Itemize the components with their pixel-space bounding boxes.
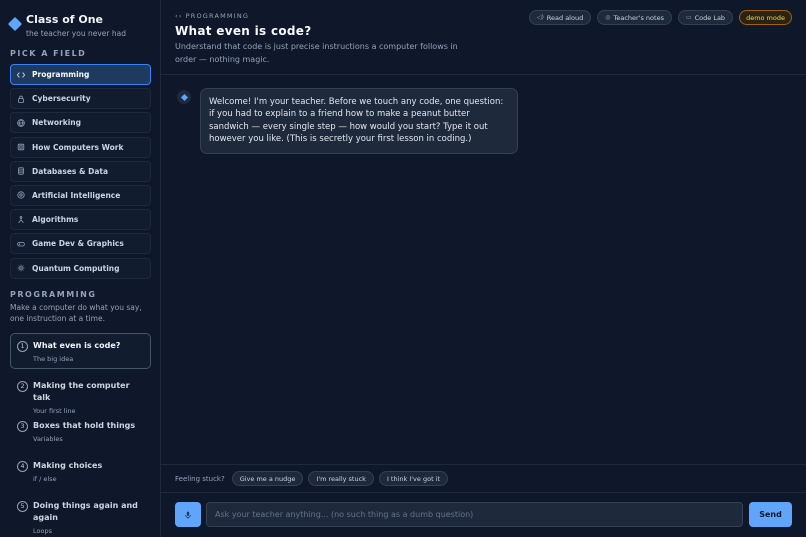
- code-lab-label: Code Lab: [694, 13, 726, 22]
- send-button[interactable]: Send: [749, 502, 792, 527]
- lesson-subtitle: if / else: [33, 475, 57, 483]
- code-icon: ‹›: [175, 12, 183, 20]
- code-lab-button[interactable]: ▭ Code Lab: [677, 10, 734, 25]
- lesson-title: Doing things again and again: [33, 501, 138, 522]
- field-how-computers-work[interactable]: How Computers Work: [10, 136, 151, 158]
- diamond-icon: [180, 93, 188, 101]
- field-label: Game Dev & Graphics: [32, 239, 124, 249]
- breadcrumb-text: PROGRAMMING: [185, 12, 250, 20]
- teacher-message: Welcome! I'm your teacher. Before we tou…: [200, 88, 518, 154]
- field-ai[interactable]: Artificial Intelligence: [10, 184, 151, 206]
- atom-icon: [17, 264, 25, 272]
- field-algorithms[interactable]: Algorithms: [10, 209, 151, 231]
- field-list: Programming Cybersecurity Networking How…: [10, 64, 151, 282]
- brain-icon: [17, 191, 25, 200]
- really-stuck-chip[interactable]: I'm really stuck: [308, 471, 374, 486]
- lesson-number: 1: [17, 341, 28, 352]
- field-quantum[interactable]: Quantum Computing: [10, 257, 151, 279]
- read-aloud-button[interactable]: ◁) Read aloud: [528, 10, 592, 25]
- lock-icon: [17, 95, 25, 103]
- sidebar: Class of One the teacher you never had P…: [0, 0, 161, 537]
- lesson-number: 5: [17, 501, 28, 512]
- teacher-avatar: [177, 90, 191, 104]
- toolbar: ◁) Read aloud ◎ Teacher's notes ▭ Code L…: [528, 10, 792, 25]
- chat-area: Welcome! I'm your teacher. Before we tou…: [161, 76, 806, 464]
- field-label: Cybersecurity: [32, 94, 91, 104]
- lesson-item[interactable]: 1 What even is code? The big idea: [10, 333, 151, 369]
- field-label: Networking: [32, 118, 81, 128]
- track-description: Make a computer do what you say, one ins…: [10, 303, 142, 323]
- lesson-title: Boxes that hold things: [33, 421, 136, 430]
- lesson-title: What even is code?: [33, 341, 121, 350]
- page-subtitle: Understand that code is just precise ins…: [175, 42, 458, 64]
- field-game-dev[interactable]: Game Dev & Graphics: [10, 233, 151, 255]
- breadcrumb: ‹› PROGRAMMING: [175, 12, 249, 20]
- database-icon: [17, 167, 25, 175]
- notes-icon: ◎: [605, 14, 611, 21]
- chip-icon: [17, 143, 25, 151]
- lesson-number: 2: [17, 381, 28, 392]
- brand-subtitle: the teacher you never had: [26, 29, 126, 38]
- stuck-bar: Feeling stuck? Give me a nudge I'm reall…: [161, 464, 806, 492]
- globe-icon: [17, 119, 25, 127]
- demo-mode-badge: demo mode: [739, 10, 792, 25]
- field-label: Algorithms: [32, 215, 79, 225]
- field-label: Databases & Data: [32, 166, 109, 176]
- microphone-button[interactable]: [175, 502, 201, 527]
- lesson-title: Making the computer talk: [33, 381, 130, 402]
- lesson-item[interactable]: 2 Making the computer talk Your first li…: [10, 373, 151, 415]
- field-databases[interactable]: Databases & Data: [10, 160, 151, 182]
- message-input[interactable]: [206, 502, 743, 527]
- lesson-number: 3: [17, 421, 28, 432]
- nudge-chip[interactable]: Give me a nudge: [231, 471, 304, 486]
- got-it-chip[interactable]: I think I've got it: [378, 471, 449, 486]
- microphone-icon: [185, 511, 191, 519]
- lesson-item[interactable]: 4 Making choices if / else: [10, 453, 151, 489]
- lesson-item[interactable]: 5 Doing things again and again Loops: [10, 493, 151, 537]
- field-label: How Computers Work: [32, 142, 124, 152]
- gamepad-icon: [17, 240, 25, 248]
- teacher-notes-button[interactable]: ◎ Teacher's notes: [597, 10, 672, 25]
- lesson-header: ‹› PROGRAMMING What even is code? Unders…: [161, 0, 806, 75]
- lesson-number: 4: [17, 461, 28, 472]
- teacher-notes-label: Teacher's notes: [613, 13, 664, 22]
- branch-icon: [17, 215, 25, 224]
- lesson-title: Making choices: [33, 461, 103, 470]
- page-title: What even is code?: [175, 24, 312, 38]
- field-label: Artificial Intelligence: [32, 190, 121, 200]
- lesson-subtitle: Loops: [33, 527, 52, 535]
- track-label: PROGRAMMING: [10, 290, 97, 299]
- terminal-icon: ▭: [685, 14, 692, 21]
- diamond-logo-icon: [7, 16, 23, 32]
- brand-title: Class of One: [26, 13, 104, 26]
- field-networking[interactable]: Networking: [10, 112, 151, 134]
- speaker-icon: ◁): [536, 14, 544, 21]
- lesson-item[interactable]: 3 Boxes that hold things Variables: [10, 413, 151, 449]
- field-label: Programming: [32, 70, 90, 79]
- lesson-subtitle: Variables: [33, 435, 63, 443]
- field-cybersecurity[interactable]: Cybersecurity: [10, 88, 151, 110]
- brand: Class of One the teacher you never had: [7, 12, 126, 38]
- field-label: Quantum Computing: [32, 263, 120, 273]
- code-icon: [17, 71, 25, 79]
- composer: Send: [161, 492, 806, 537]
- field-programming[interactable]: Programming: [10, 64, 151, 85]
- read-aloud-label: Read aloud: [546, 13, 584, 22]
- pick-field-label: PICK A FIELD: [10, 49, 87, 58]
- lesson-list: 1 What even is code? The big idea 2 Maki…: [10, 333, 151, 537]
- lesson-subtitle: The big idea: [33, 355, 74, 363]
- stuck-label: Feeling stuck?: [175, 474, 225, 483]
